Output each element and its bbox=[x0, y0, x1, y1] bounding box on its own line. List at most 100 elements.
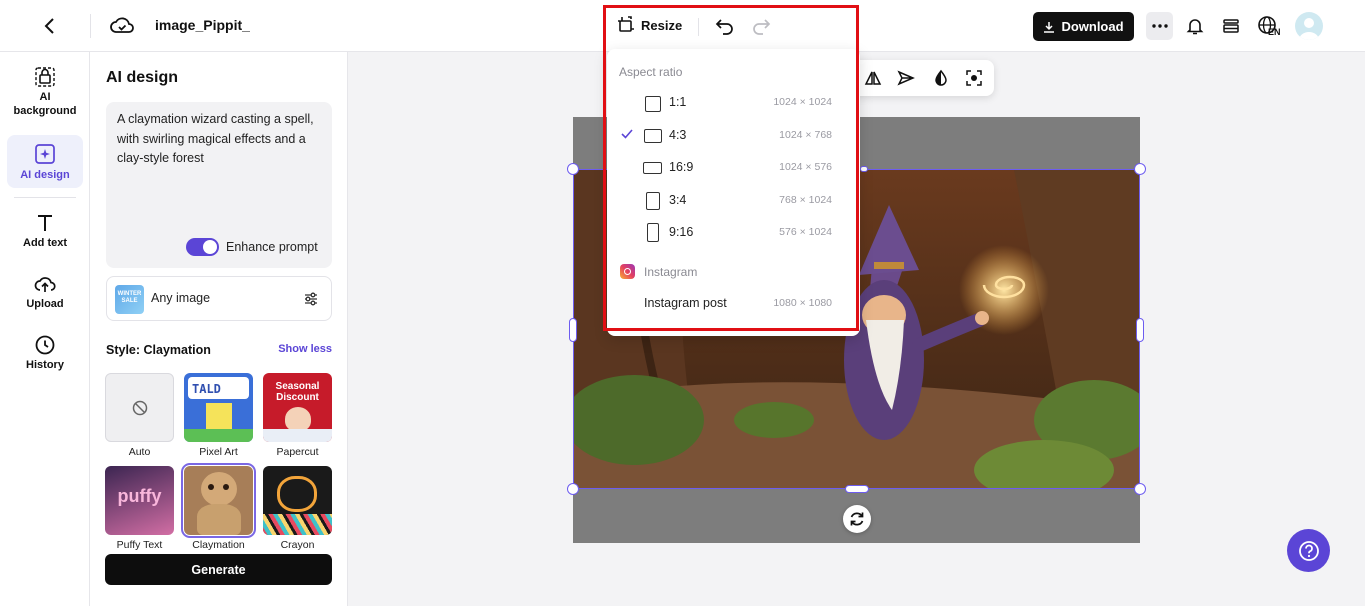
rotate-icon bbox=[850, 512, 864, 526]
avatar[interactable] bbox=[1295, 12, 1323, 40]
thumb-text: Seasonal Discount bbox=[275, 381, 320, 403]
resize-handle-top[interactable] bbox=[860, 166, 868, 172]
ratio-option-16-9[interactable]: 16:9 1024 × 576 bbox=[607, 152, 860, 182]
style-card-papercut[interactable]: Seasonal Discount Papercut bbox=[263, 373, 332, 458]
style-card-claymation[interactable]: Claymation bbox=[181, 463, 256, 551]
lock-frame-icon bbox=[35, 67, 55, 87]
widescreen-ratio-icon bbox=[643, 162, 662, 174]
nav-label: History bbox=[26, 359, 64, 371]
ratio-dims: 576 × 1024 bbox=[779, 226, 832, 238]
flip-horizontal-icon bbox=[864, 71, 882, 85]
redo-icon[interactable] bbox=[750, 15, 772, 37]
style-card-crayon[interactable]: Crayon bbox=[263, 466, 332, 551]
style-card-puffy-text[interactable]: puffy Puffy Text bbox=[105, 466, 174, 551]
resize-handle-top-right[interactable] bbox=[1134, 163, 1146, 175]
notification-button[interactable] bbox=[1183, 14, 1207, 38]
resize-handle-bottom-right[interactable] bbox=[1134, 483, 1146, 495]
divider bbox=[90, 14, 91, 38]
sliders-icon[interactable] bbox=[303, 291, 319, 307]
undo-icon[interactable] bbox=[714, 15, 736, 37]
style-name: Claymation bbox=[192, 539, 245, 551]
download-label: Download bbox=[1061, 19, 1124, 34]
nav-label: Add text bbox=[23, 237, 67, 249]
resize-toolbar: Resize bbox=[606, 8, 856, 44]
ratio-option-4-3[interactable]: 4:3 1024 × 768 bbox=[607, 120, 860, 150]
ratio-dims: 1024 × 768 bbox=[779, 129, 832, 141]
nav-divider bbox=[14, 197, 76, 198]
landscape-ratio-icon bbox=[644, 129, 662, 143]
nav-add-text[interactable]: Add text bbox=[7, 212, 83, 254]
focus-button[interactable] bbox=[963, 67, 985, 89]
panel-title: AI design bbox=[106, 69, 179, 86]
file-name[interactable]: image_Pippit_20 bbox=[155, 17, 250, 33]
style-card-auto[interactable]: Auto bbox=[105, 373, 174, 458]
prompt-text[interactable]: A claymation wizard casting a spell, wit… bbox=[117, 110, 327, 169]
resize-button[interactable]: Resize bbox=[617, 16, 682, 34]
thumb-text: TALD bbox=[192, 382, 221, 396]
language-code: EN bbox=[1268, 27, 1281, 37]
style-name: Papercut bbox=[276, 446, 319, 458]
resize-handle-right[interactable] bbox=[1136, 318, 1144, 342]
enhance-prompt-toggle[interactable] bbox=[186, 238, 219, 256]
ratio-label: 3:4 bbox=[669, 193, 687, 207]
resize-handle-top-left[interactable] bbox=[567, 163, 579, 175]
download-icon bbox=[1044, 21, 1055, 33]
style-thumb bbox=[105, 373, 174, 442]
resize-handle-left[interactable] bbox=[569, 318, 577, 342]
left-navigation: AI background AI design Add text Upload … bbox=[0, 52, 90, 606]
nav-label: AI background bbox=[13, 91, 77, 117]
resize-handle-bottom-left[interactable] bbox=[567, 483, 579, 495]
checkmark-icon bbox=[621, 129, 633, 139]
question-icon bbox=[1298, 540, 1319, 561]
drop-icon bbox=[935, 69, 947, 86]
instagram-heading: Instagram bbox=[644, 265, 698, 279]
ratio-option-1-1[interactable]: 1:1 1024 × 1024 bbox=[607, 87, 860, 117]
ratio-dims: 768 × 1024 bbox=[779, 194, 832, 206]
layers-icon bbox=[1223, 19, 1239, 33]
send-icon bbox=[897, 70, 915, 86]
nav-history[interactable]: History bbox=[7, 334, 83, 376]
more-options-button[interactable] bbox=[1146, 12, 1173, 40]
download-button[interactable]: Download bbox=[1033, 12, 1134, 41]
chevron-left-icon bbox=[44, 18, 54, 34]
storage-button[interactable] bbox=[1219, 14, 1243, 38]
nav-ai-design[interactable]: AI design bbox=[7, 135, 83, 188]
resize-handle-bottom[interactable] bbox=[845, 485, 869, 493]
ellipsis-icon bbox=[1151, 24, 1168, 28]
prompt-input[interactable]: A claymation wizard casting a spell, wit… bbox=[106, 102, 332, 268]
cloud-sync-icon[interactable] bbox=[109, 13, 135, 39]
reference-image-selector[interactable]: WINTER SALE Any image bbox=[106, 276, 332, 321]
nav-ai-background[interactable]: AI background bbox=[7, 66, 83, 122]
ratio-option-9-16[interactable]: 9:16 576 × 1024 bbox=[607, 217, 860, 247]
help-button[interactable] bbox=[1287, 529, 1330, 572]
ratio-dims: 1024 × 1024 bbox=[773, 96, 832, 108]
opacity-button[interactable] bbox=[930, 67, 952, 89]
portrait-ratio-icon bbox=[646, 192, 660, 210]
thumbnail-text: WINTER SALE bbox=[117, 291, 142, 304]
nav-upload[interactable]: Upload bbox=[7, 273, 83, 315]
square-ratio-icon bbox=[645, 96, 661, 112]
tall-ratio-icon bbox=[647, 223, 659, 242]
style-card-pixel-art[interactable]: TALD Pixel Art bbox=[184, 373, 253, 458]
flip-button[interactable] bbox=[862, 67, 884, 89]
ratio-label: 4:3 bbox=[669, 128, 687, 142]
no-style-icon bbox=[132, 400, 147, 415]
ai-design-panel: AI design A claymation wizard casting a … bbox=[90, 52, 348, 606]
style-thumb: Seasonal Discount bbox=[263, 373, 332, 442]
show-less-link[interactable]: Show less bbox=[278, 343, 332, 355]
sparkle-image-icon bbox=[35, 144, 55, 164]
rotate-button[interactable] bbox=[843, 505, 871, 533]
style-name: Auto bbox=[128, 446, 151, 458]
instagram-post-option[interactable]: Instagram post 1080 × 1080 bbox=[607, 288, 860, 318]
send-button[interactable] bbox=[895, 67, 917, 89]
ratio-option-3-4[interactable]: 3:4 768 × 1024 bbox=[607, 185, 860, 215]
style-name: Puffy Text bbox=[116, 539, 163, 551]
generate-button[interactable]: Generate bbox=[105, 554, 332, 585]
instagram-post-dims: 1080 × 1080 bbox=[773, 297, 832, 309]
cloud-upload-icon bbox=[34, 277, 56, 292]
back-button[interactable] bbox=[38, 14, 62, 38]
reference-thumbnail: WINTER SALE bbox=[115, 285, 144, 314]
ratio-label: 9:16 bbox=[669, 225, 694, 239]
aspect-ratio-heading: Aspect ratio bbox=[619, 65, 683, 79]
enhance-prompt-label: Enhance prompt bbox=[226, 240, 318, 254]
